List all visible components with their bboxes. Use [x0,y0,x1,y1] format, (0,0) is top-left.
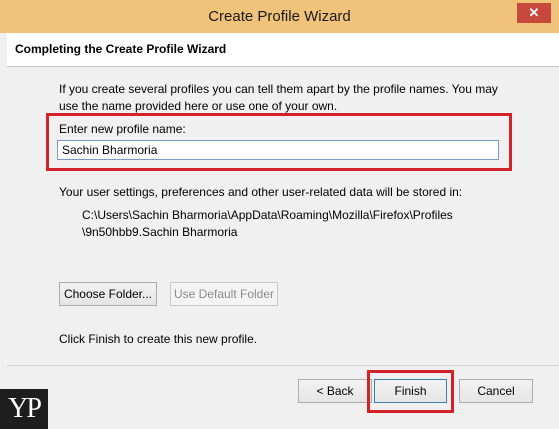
window-title: Create Profile Wizard [208,8,351,25]
wizard-header: Completing the Create Profile Wizard [7,33,559,67]
page-title: Completing the Create Profile Wizard [15,42,227,56]
finish-hint-text: Click Finish to create this new profile. [59,332,258,346]
choose-folder-button[interactable]: Choose Folder... [59,282,157,306]
profile-path-line-1: C:\Users\Sachin Bharmoria\AppData\Roamin… [82,208,453,222]
storage-info-text: Your user settings, preferences and othe… [59,185,463,199]
wizard-window: Create Profile Wizard ✕ Completing the C… [0,0,559,429]
profile-path: C:\Users\Sachin Bharmoria\AppData\Roamin… [82,207,453,241]
watermark-logo: YP [0,389,48,429]
profile-name-input[interactable]: Sachin Bharmoria [57,140,499,160]
wizard-content: If you create several profiles you can t… [7,67,559,364]
profile-path-line-2: \9n50hbb9.Sachin Bharmoria [82,225,238,239]
use-default-folder-button[interactable]: Use Default Folder [170,282,278,306]
description-text: If you create several profiles you can t… [59,82,498,113]
finish-button[interactable]: Finish [374,379,447,403]
back-button[interactable]: < Back [298,379,372,403]
footer-divider [7,365,559,366]
close-button[interactable]: ✕ [517,3,551,23]
profile-name-label: Enter new profile name: [59,122,186,136]
cancel-button[interactable]: Cancel [459,379,533,403]
title-bar[interactable]: Create Profile Wizard ✕ [0,0,559,33]
